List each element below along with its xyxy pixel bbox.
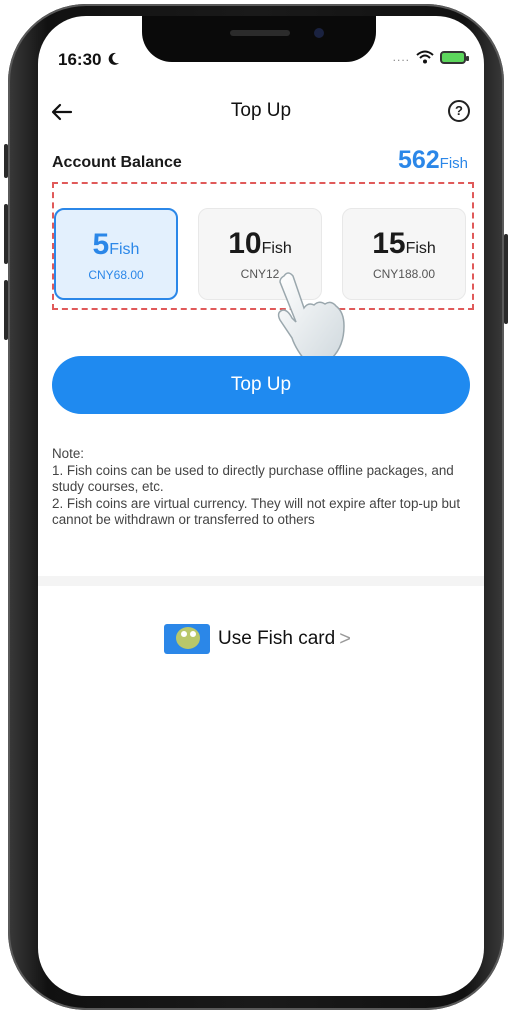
package-amount: 15	[372, 227, 406, 260]
moon-icon	[108, 52, 120, 65]
nav-bar: Top Up ?	[38, 94, 484, 130]
note-line-1: 1. Fish coins can be used to directly pu…	[52, 462, 454, 495]
status-time: 16:30	[58, 50, 120, 70]
power-button	[504, 234, 508, 324]
fish-card-label: Use Fish card	[218, 628, 336, 649]
package-option-5[interactable]: 5Fish CNY68.00	[54, 208, 178, 300]
note-heading: Note:	[52, 446, 85, 461]
package-unit: Fish	[261, 240, 292, 257]
page-title: Top Up	[230, 100, 292, 121]
use-fish-card-link[interactable]: Use Fish card >	[164, 624, 351, 654]
notch	[142, 16, 376, 62]
package-amount: 5	[92, 228, 110, 261]
balance-unit: Fish	[439, 155, 468, 172]
signal-dots: ....	[392, 50, 410, 64]
screen: 16:30 .... Top Up ? Account Balance 562F…	[38, 16, 484, 996]
camera	[314, 28, 324, 38]
package-option-15[interactable]: 15Fish CNY188.00	[342, 208, 466, 300]
chevron-right-icon: >	[339, 627, 351, 650]
status-indicators: ....	[392, 50, 469, 64]
balance-label: Account Balance	[52, 154, 182, 171]
package-amount: 10	[228, 227, 262, 260]
note-line-2: 2. Fish coins are virtual currency. They…	[52, 495, 461, 528]
note: Note: 1. Fish coins can be used to direc…	[52, 446, 476, 529]
package-unit: Fish	[109, 241, 140, 258]
question-circle-icon[interactable]: ?	[448, 100, 470, 122]
volume-down-button	[4, 280, 8, 340]
tap-hand-icon	[277, 272, 345, 368]
package-price: CNY68.00	[88, 268, 144, 282]
balance-value: 562Fish	[398, 146, 468, 175]
package-price: CNY188.00	[372, 267, 436, 281]
fish-card-icon	[164, 624, 210, 654]
balance-amount: 562	[397, 146, 440, 174]
section-divider	[38, 576, 484, 586]
silent-switch	[4, 144, 8, 178]
speaker	[230, 30, 290, 36]
package-unit: Fish	[405, 240, 436, 257]
wifi-icon	[416, 50, 434, 64]
volume-up-button	[4, 204, 8, 264]
top-up-button[interactable]: Top Up	[52, 356, 470, 414]
battery-charging-icon	[440, 50, 469, 64]
